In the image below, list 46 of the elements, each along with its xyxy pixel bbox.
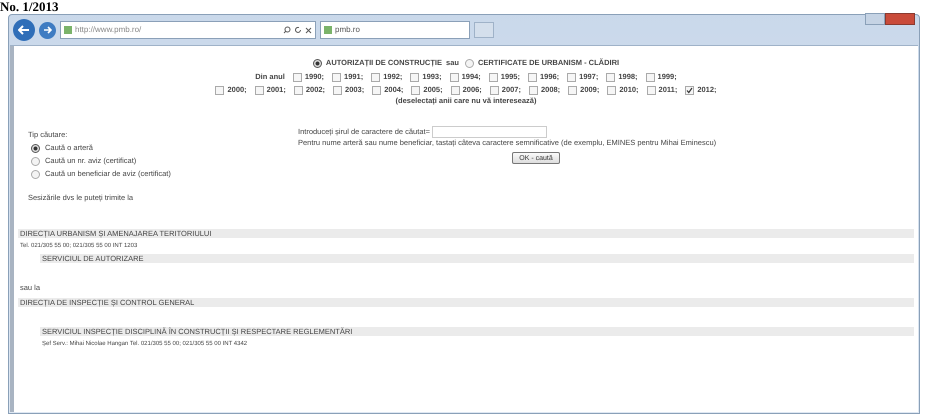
checkbox[interactable] <box>685 86 694 94</box>
checkbox[interactable] <box>646 72 655 82</box>
checkbox[interactable] <box>450 86 460 94</box>
checkbox[interactable] <box>607 86 616 94</box>
tab-title: pmb.ro <box>335 24 361 36</box>
checkbox[interactable] <box>606 72 616 82</box>
query-field[interactable] <box>432 126 547 138</box>
back-arrow-icon <box>18 25 30 35</box>
radio-button[interactable] <box>31 170 40 178</box>
close-button[interactable] <box>885 13 915 25</box>
checkbox[interactable] <box>372 86 382 94</box>
checkbox[interactable] <box>411 86 420 94</box>
page-icon <box>64 26 72 34</box>
forward-button[interactable] <box>39 22 56 38</box>
checkbox[interactable] <box>215 86 224 94</box>
checkbox[interactable] <box>254 86 264 94</box>
document-caption: No. 1/2013 <box>0 0 58 14</box>
check-icon <box>686 86 694 94</box>
close-icon <box>305 26 312 34</box>
checkbox[interactable] <box>450 72 459 82</box>
tab-page-icon <box>324 26 332 34</box>
checkbox[interactable] <box>410 72 420 82</box>
checkbox[interactable] <box>567 72 576 82</box>
radio-button[interactable] <box>312 58 322 68</box>
checkbox[interactable] <box>490 86 499 94</box>
checkbox[interactable] <box>294 86 303 94</box>
browser-tab[interactable]: pmb.ro <box>320 21 470 39</box>
checkbox[interactable] <box>333 86 342 94</box>
forward-arrow-icon <box>43 26 52 34</box>
address-bar[interactable]: http://www.pmb.ro/ <box>60 21 316 39</box>
radio-button[interactable] <box>464 58 474 68</box>
checkbox[interactable] <box>488 72 498 82</box>
checkbox[interactable] <box>528 72 537 82</box>
minimize-button[interactable] <box>865 13 885 25</box>
back-button[interactable] <box>13 19 35 41</box>
address-text: http://www.pmb.ro/ <box>75 24 142 36</box>
checkbox[interactable] <box>371 72 380 82</box>
radio-button[interactable] <box>31 156 40 166</box>
checkbox[interactable] <box>568 86 578 94</box>
radio-button[interactable] <box>31 144 40 152</box>
checkbox[interactable] <box>528 86 538 94</box>
refresh-icon <box>294 26 302 34</box>
search-icon <box>283 26 291 34</box>
checkbox[interactable] <box>292 72 302 82</box>
checkbox[interactable] <box>646 86 656 94</box>
checkbox[interactable] <box>332 72 342 82</box>
